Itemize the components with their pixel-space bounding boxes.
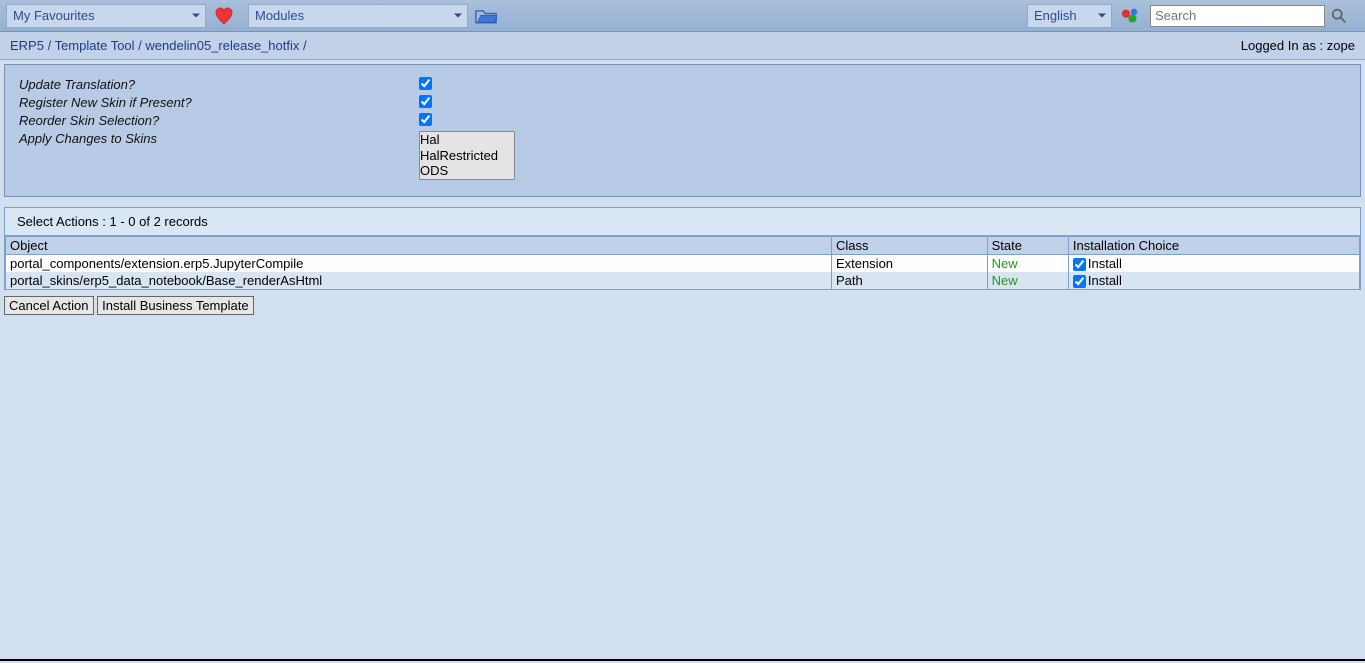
update-translation-label: Update Translation?	[19, 77, 419, 92]
topbar: My Favourites Modules English	[0, 0, 1365, 32]
search-input[interactable]	[1150, 5, 1325, 27]
col-state: State	[987, 236, 1068, 254]
cell-class: Path	[831, 272, 987, 289]
chevron-down-icon	[191, 8, 201, 23]
col-object: Object	[6, 236, 832, 254]
skin-select[interactable]: HalHalRestrictedODS	[419, 131, 515, 180]
favourites-label: My Favourites	[13, 8, 95, 23]
login-status: Logged In as : zope	[1241, 38, 1355, 53]
install-button[interactable]: Install Business Template	[97, 296, 253, 315]
favourites-dropdown[interactable]: My Favourites	[6, 4, 206, 28]
cell-state: New	[987, 272, 1068, 289]
actions-panel: Select Actions : 1 - 0 of 2 records Obje…	[4, 207, 1361, 290]
cancel-button[interactable]: Cancel Action	[4, 296, 94, 315]
form-panel: Update Translation? Register New Skin if…	[4, 64, 1361, 197]
cell-choice: Install	[1068, 272, 1359, 289]
table-row: portal_skins/erp5_data_notebook/Base_ren…	[6, 272, 1360, 289]
search-icon[interactable]	[1325, 4, 1353, 28]
breadcrumb-item[interactable]: wendelin05_release_hotfix	[145, 38, 299, 53]
breadcrumb: ERP5 / Template Tool / wendelin05_releas…	[0, 32, 1365, 60]
modules-label: Modules	[255, 8, 304, 23]
skin-option[interactable]: Hal	[420, 132, 514, 148]
table-row: portal_components/extension.erp5.Jupyter…	[6, 254, 1360, 272]
col-class: Class	[831, 236, 987, 254]
language-dropdown[interactable]: English	[1027, 4, 1112, 28]
actions-header: Select Actions : 1 - 0 of 2 records	[5, 208, 1360, 236]
cell-object: portal_components/extension.erp5.Jupyter…	[6, 254, 832, 272]
skin-option[interactable]: HalRestricted	[420, 148, 514, 164]
translate-icon[interactable]	[1116, 4, 1144, 28]
folder-icon[interactable]	[472, 4, 500, 28]
skin-option[interactable]: ODS	[420, 163, 514, 179]
heart-icon[interactable]	[210, 4, 238, 28]
breadcrumb-item[interactable]: Template Tool	[55, 38, 135, 53]
register-skin-checkbox[interactable]	[419, 95, 432, 108]
register-skin-label: Register New Skin if Present?	[19, 95, 419, 110]
update-translation-checkbox[interactable]	[419, 77, 432, 90]
chevron-down-icon	[453, 8, 463, 23]
install-label: Install	[1088, 256, 1122, 271]
col-choice: Installation Choice	[1068, 236, 1359, 254]
install-checkbox[interactable]	[1073, 258, 1086, 271]
cell-state: New	[987, 254, 1068, 272]
actions-table: Object Class State Installation Choice p…	[5, 236, 1360, 289]
chevron-down-icon	[1097, 8, 1107, 23]
table-header-row: Object Class State Installation Choice	[6, 236, 1360, 254]
button-row: Cancel Action Install Business Template	[4, 296, 1361, 315]
cell-class: Extension	[831, 254, 987, 272]
cell-object: portal_skins/erp5_data_notebook/Base_ren…	[6, 272, 832, 289]
modules-dropdown[interactable]: Modules	[248, 4, 468, 28]
install-label: Install	[1088, 273, 1122, 288]
language-label: English	[1034, 8, 1077, 23]
breadcrumb-item[interactable]: ERP5	[10, 38, 44, 53]
bottom-divider	[0, 659, 1365, 661]
reorder-skin-checkbox[interactable]	[419, 113, 432, 126]
reorder-skin-label: Reorder Skin Selection?	[19, 113, 419, 128]
cell-choice: Install	[1068, 254, 1359, 272]
apply-changes-label: Apply Changes to Skins	[19, 131, 419, 146]
breadcrumb-path[interactable]: ERP5 / Template Tool / wendelin05_releas…	[10, 38, 307, 53]
install-checkbox[interactable]	[1073, 275, 1086, 288]
